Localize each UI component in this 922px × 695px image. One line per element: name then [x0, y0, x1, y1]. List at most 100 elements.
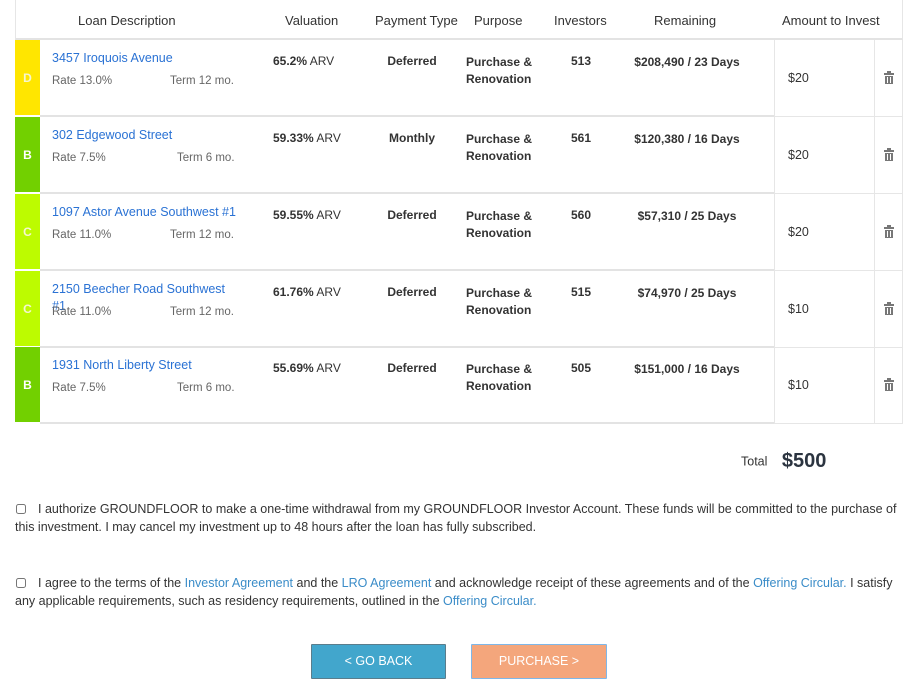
loan-address-link[interactable]: 3457 Iroquois Avenue	[52, 50, 237, 67]
withdrawal-authorization-checkbox[interactable]	[16, 504, 26, 514]
payment-type: Deferred	[387, 361, 437, 375]
terms-text-part: and the	[293, 576, 342, 590]
grade-badge: B	[15, 347, 40, 422]
grade-badge: D	[15, 40, 40, 115]
withdrawal-authorization: I authorize GROUNDFLOOR to make a one-ti…	[15, 500, 905, 536]
purpose-line-2: Renovation	[466, 72, 532, 86]
purpose-line-1: Purchase &	[466, 132, 533, 146]
header-remaining: Remaining	[654, 13, 717, 28]
valuation-percent: 65.2%	[273, 54, 308, 68]
lro-agreement-link[interactable]: LRO Agreement	[342, 576, 432, 590]
trash-icon[interactable]	[883, 225, 894, 238]
remaining: $208,490 / 23 Days	[634, 55, 740, 69]
header-valuation: Valuation	[285, 13, 339, 28]
purpose-line-2: Renovation	[466, 379, 532, 393]
amount-to-invest-cell[interactable]: $20	[774, 117, 875, 194]
purpose: Purchase & Renovation	[466, 131, 532, 165]
remove-loan-button[interactable]	[875, 117, 903, 194]
amount-to-invest[interactable]: $20	[788, 225, 809, 239]
total-label: Total	[741, 454, 768, 469]
amount-to-invest-cell[interactable]: $10	[774, 271, 875, 348]
purpose-line-1: Purchase &	[466, 286, 533, 300]
loan-row: C 1097 Astor Avenue Southwest #1 Rate 11…	[15, 194, 903, 271]
amount-to-invest[interactable]: $20	[788, 71, 809, 85]
purpose: Purchase & Renovation	[466, 285, 532, 319]
purpose: Purchase & Renovation	[466, 361, 532, 395]
terms-agreement-checkbox[interactable]	[16, 578, 26, 588]
payment-type: Deferred	[387, 285, 437, 299]
loan-address-link[interactable]: 1931 North Liberty Street	[52, 357, 237, 374]
total-value: $500	[781, 450, 827, 472]
investor-count: 561	[571, 131, 592, 145]
amount-to-invest[interactable]: $20	[788, 148, 809, 162]
investor-count: 560	[571, 208, 592, 222]
remove-loan-button[interactable]	[875, 347, 903, 424]
valuation: 59.33% ARV	[273, 131, 341, 145]
trash-icon[interactable]	[883, 378, 894, 391]
total-summary: Total $500	[741, 450, 826, 473]
remaining: $120,380 / 16 Days	[634, 132, 740, 146]
loan-details: 2150 Beecher Road Southwest #1 Rate 11.0…	[40, 271, 774, 348]
loan-details: 302 Edgewood Street Rate 7.5% Term 6 mo.…	[40, 117, 774, 194]
valuation-percent: 55.69%	[273, 361, 314, 375]
remove-loan-button[interactable]	[875, 40, 903, 117]
loan-details: 1931 North Liberty Street Rate 7.5% Term…	[40, 347, 774, 424]
purpose-line-2: Renovation	[466, 303, 532, 317]
investor-agreement-link[interactable]: Investor Agreement	[185, 576, 293, 590]
remaining: $57,310 / 25 Days	[637, 209, 737, 223]
payment-type: Deferred	[387, 208, 437, 222]
purchase-button[interactable]: PURCHASE >	[471, 644, 607, 679]
loan-row: D 3457 Iroquois Avenue Rate 13.0% Term 1…	[15, 40, 903, 117]
terms-text-part: and acknowledge receipt of these agreeme…	[431, 576, 754, 590]
amount-to-invest[interactable]: $10	[788, 302, 809, 316]
terms-text-part: I agree to the terms of the	[38, 576, 185, 590]
header-amount-to-invest: Amount to Invest	[782, 13, 880, 28]
terms-agreement: I agree to the terms of the Investor Agr…	[15, 574, 905, 610]
table-header: Loan Description Valuation Payment Type …	[15, 0, 903, 40]
valuation: 65.2% ARV	[273, 54, 334, 68]
trash-icon[interactable]	[883, 302, 894, 315]
loan-rate: Rate 7.5%	[52, 382, 106, 394]
investment-cart-page: Loan Description Valuation Payment Type …	[0, 0, 922, 695]
go-back-button[interactable]: < GO BACK	[311, 644, 446, 679]
amount-to-invest-cell[interactable]: $20	[774, 40, 875, 117]
loan-address-link[interactable]: 1097 Astor Avenue Southwest #1	[52, 204, 237, 221]
trash-icon[interactable]	[883, 71, 894, 84]
amount-to-invest-cell[interactable]: $20	[774, 194, 875, 271]
investor-count: 505	[571, 361, 592, 375]
loan-term: Term 12 mo.	[170, 306, 234, 318]
remove-loan-button[interactable]	[875, 271, 903, 348]
loan-term: Term 12 mo.	[170, 229, 234, 241]
valuation-suffix: ARV	[316, 131, 341, 145]
trash-icon[interactable]	[883, 148, 894, 161]
payment-type: Deferred	[387, 54, 437, 68]
withdrawal-authorization-text: I authorize GROUNDFLOOR to make a one-ti…	[15, 502, 897, 534]
loan-row: C 2150 Beecher Road Southwest #1 Rate 11…	[15, 271, 903, 348]
loan-rate: Rate 11.0%	[52, 306, 112, 318]
grade-badge: C	[15, 194, 40, 269]
purpose-line-1: Purchase &	[466, 55, 533, 69]
valuation-percent: 61.76%	[273, 285, 314, 299]
offering-circular-link-2[interactable]: Offering Circular.	[443, 594, 537, 608]
valuation-suffix: ARV	[316, 208, 341, 222]
grade-badge: C	[15, 271, 40, 346]
loan-term: Term 12 mo.	[170, 75, 234, 87]
header-loan-description: Loan Description	[78, 13, 176, 28]
valuation-suffix: ARV	[309, 54, 335, 68]
purpose-line-1: Purchase &	[466, 209, 533, 223]
loan-address-link[interactable]: 302 Edgewood Street	[52, 127, 237, 144]
loan-details: 3457 Iroquois Avenue Rate 13.0% Term 12 …	[40, 40, 774, 117]
loan-row: B 302 Edgewood Street Rate 7.5% Term 6 m…	[15, 117, 903, 194]
offering-circular-link[interactable]: Offering Circular.	[753, 576, 847, 590]
amount-to-invest-cell[interactable]: $10	[774, 347, 875, 424]
remove-loan-button[interactable]	[875, 194, 903, 271]
valuation-suffix: ARV	[316, 285, 341, 299]
valuation: 61.76% ARV	[273, 285, 341, 299]
amount-to-invest[interactable]: $10	[788, 378, 809, 392]
purpose-line-2: Renovation	[466, 226, 532, 240]
valuation: 55.69% ARV	[273, 361, 341, 375]
loan-details: 1097 Astor Avenue Southwest #1 Rate 11.0…	[40, 194, 774, 271]
loan-rate: Rate 13.0%	[52, 75, 113, 87]
grade-badge: B	[15, 117, 40, 192]
purpose-line-1: Purchase &	[466, 362, 533, 376]
